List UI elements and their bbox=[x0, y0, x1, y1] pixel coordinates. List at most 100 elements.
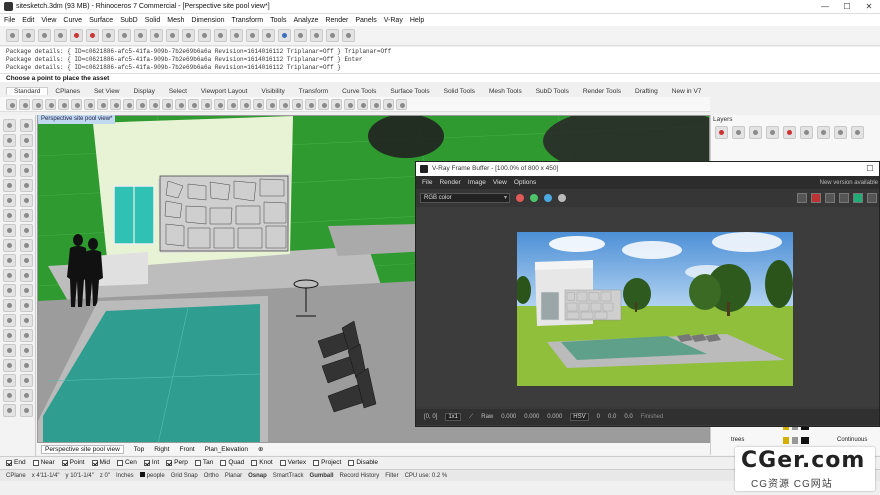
tab-subd-tools[interactable]: SubD Tools bbox=[529, 88, 576, 95]
blue-channel-icon[interactable] bbox=[544, 194, 552, 202]
toggle-gumball[interactable]: Gumball bbox=[310, 473, 334, 479]
vfb-menu-view[interactable]: View bbox=[493, 179, 507, 186]
ellipse-icon[interactable] bbox=[3, 179, 16, 192]
vfb-menu-render[interactable]: Render bbox=[439, 179, 460, 186]
fur-icon[interactable] bbox=[246, 29, 259, 42]
osnap-quad[interactable]: Quad bbox=[220, 459, 244, 466]
vfb-maximize-button[interactable]: ☐ bbox=[859, 162, 879, 176]
array-icon[interactable] bbox=[20, 374, 33, 387]
osnap-int[interactable]: Int bbox=[143, 459, 159, 466]
tab-plan-elevation[interactable]: Plan_Elevation bbox=[205, 446, 248, 453]
proxy-icon[interactable] bbox=[230, 29, 243, 42]
select-icon[interactable] bbox=[240, 98, 251, 110]
light-bulb-icon[interactable] bbox=[357, 98, 368, 110]
hide-icon[interactable] bbox=[253, 98, 264, 110]
boolean-union-icon[interactable] bbox=[3, 329, 16, 342]
tab-viewport-layout[interactable]: Viewport Layout bbox=[194, 88, 255, 95]
zoom-icon[interactable] bbox=[136, 98, 147, 110]
extend-icon[interactable] bbox=[3, 224, 16, 237]
osnap-point[interactable]: Point bbox=[61, 459, 85, 466]
filter-icon[interactable] bbox=[834, 125, 847, 139]
frame-buffer-icon[interactable] bbox=[70, 29, 83, 42]
revolve-icon[interactable] bbox=[3, 299, 16, 312]
vfb-menu-image[interactable]: Image bbox=[468, 179, 486, 186]
join-icon[interactable] bbox=[20, 239, 33, 252]
fillet-icon[interactable] bbox=[20, 209, 33, 222]
tab-display[interactable]: Display bbox=[127, 88, 162, 95]
menu-solid[interactable]: Solid bbox=[145, 17, 161, 24]
shaded-icon[interactable] bbox=[305, 98, 316, 110]
menu-help[interactable]: Help bbox=[410, 17, 424, 24]
rotate-icon[interactable] bbox=[3, 359, 16, 372]
material-ball-icon[interactable] bbox=[331, 98, 342, 110]
cut-icon[interactable] bbox=[58, 98, 69, 110]
line-icon[interactable] bbox=[3, 134, 16, 147]
move-up-icon[interactable] bbox=[800, 125, 813, 139]
menu-dimension[interactable]: Dimension bbox=[191, 17, 224, 24]
menu-panels[interactable]: Panels bbox=[355, 17, 376, 24]
render-icon[interactable] bbox=[6, 29, 19, 42]
arc-icon[interactable] bbox=[20, 164, 33, 177]
osnap-tan[interactable]: Tan bbox=[194, 459, 213, 466]
channel-select[interactable]: RGB color bbox=[420, 193, 510, 203]
loft-icon[interactable] bbox=[3, 284, 16, 297]
menu-subd[interactable]: SubD bbox=[120, 17, 138, 24]
menu-edit[interactable]: Edit bbox=[22, 17, 34, 24]
menu-vray[interactable]: V-Ray bbox=[384, 17, 403, 24]
new-icon[interactable] bbox=[6, 98, 17, 110]
trim-icon[interactable] bbox=[20, 224, 33, 237]
layers-tab-icon[interactable] bbox=[732, 125, 745, 139]
export-icon[interactable] bbox=[342, 29, 355, 42]
menu-file[interactable]: File bbox=[4, 17, 15, 24]
group-icon[interactable] bbox=[20, 254, 33, 267]
copy-icon[interactable] bbox=[71, 98, 82, 110]
vfb-menu-file[interactable]: File bbox=[422, 179, 432, 186]
analyze-icon[interactable] bbox=[20, 389, 33, 402]
toggle-planar[interactable]: Planar bbox=[225, 473, 242, 479]
tab-standard[interactable]: Standard bbox=[6, 87, 49, 95]
toggle-ortho[interactable]: Ortho bbox=[204, 473, 219, 479]
boolean-diff-icon[interactable] bbox=[20, 329, 33, 342]
tab-cplanes[interactable]: CPlanes bbox=[48, 88, 87, 95]
toggle-filter[interactable]: Filter bbox=[385, 473, 398, 479]
osnap-vertex[interactable]: Vertex bbox=[279, 459, 306, 466]
dome-light-icon[interactable] bbox=[198, 29, 211, 42]
spot-light-icon[interactable] bbox=[150, 29, 163, 42]
select-arrow-icon[interactable] bbox=[3, 119, 16, 132]
zoom-window-icon[interactable] bbox=[149, 98, 160, 110]
tab-curve-tools[interactable]: Curve Tools bbox=[335, 88, 383, 95]
move-down-icon[interactable] bbox=[817, 125, 830, 139]
tab-drafting[interactable]: Drafting bbox=[628, 88, 665, 95]
subd-icon[interactable] bbox=[20, 404, 33, 417]
menu-curve[interactable]: Curve bbox=[63, 17, 82, 24]
toggle-smarttrack[interactable]: SmartTrack bbox=[273, 473, 304, 479]
sphere-light-icon[interactable] bbox=[134, 29, 147, 42]
circle-icon[interactable] bbox=[3, 164, 16, 177]
polyline-icon[interactable] bbox=[20, 134, 33, 147]
tab-select[interactable]: Select bbox=[162, 88, 194, 95]
cplane-icon[interactable] bbox=[214, 98, 225, 110]
mesh-light-icon[interactable] bbox=[214, 29, 227, 42]
lock-icon[interactable] bbox=[266, 98, 277, 110]
layer-visibility-icons[interactable] bbox=[783, 437, 809, 444]
options-icon[interactable] bbox=[383, 98, 394, 110]
cosmos-icon[interactable] bbox=[86, 29, 99, 42]
viewport-title[interactable]: Perspective site pool view* bbox=[38, 115, 116, 124]
move-icon[interactable] bbox=[3, 344, 16, 357]
eyedropper-icon[interactable]: ⟋ bbox=[469, 414, 473, 421]
freeform-icon[interactable] bbox=[20, 149, 33, 162]
text-icon[interactable] bbox=[370, 98, 381, 110]
menu-render[interactable]: Render bbox=[325, 17, 348, 24]
sphere-solid-icon[interactable] bbox=[20, 314, 33, 327]
grid-icon[interactable] bbox=[227, 98, 238, 110]
offset-icon[interactable] bbox=[3, 209, 16, 222]
maximize-button[interactable]: ☐ bbox=[836, 0, 858, 14]
box-icon[interactable] bbox=[20, 299, 33, 312]
tab-front[interactable]: Front bbox=[179, 446, 194, 453]
zoom-extents-icon[interactable] bbox=[162, 98, 173, 110]
layer-tools-icon[interactable] bbox=[851, 125, 864, 139]
new-layer-icon[interactable] bbox=[749, 125, 762, 139]
menu-transform[interactable]: Transform bbox=[232, 17, 264, 24]
asset-editor-icon[interactable] bbox=[38, 29, 51, 42]
vfb-menu-options[interactable]: Options bbox=[514, 179, 536, 186]
